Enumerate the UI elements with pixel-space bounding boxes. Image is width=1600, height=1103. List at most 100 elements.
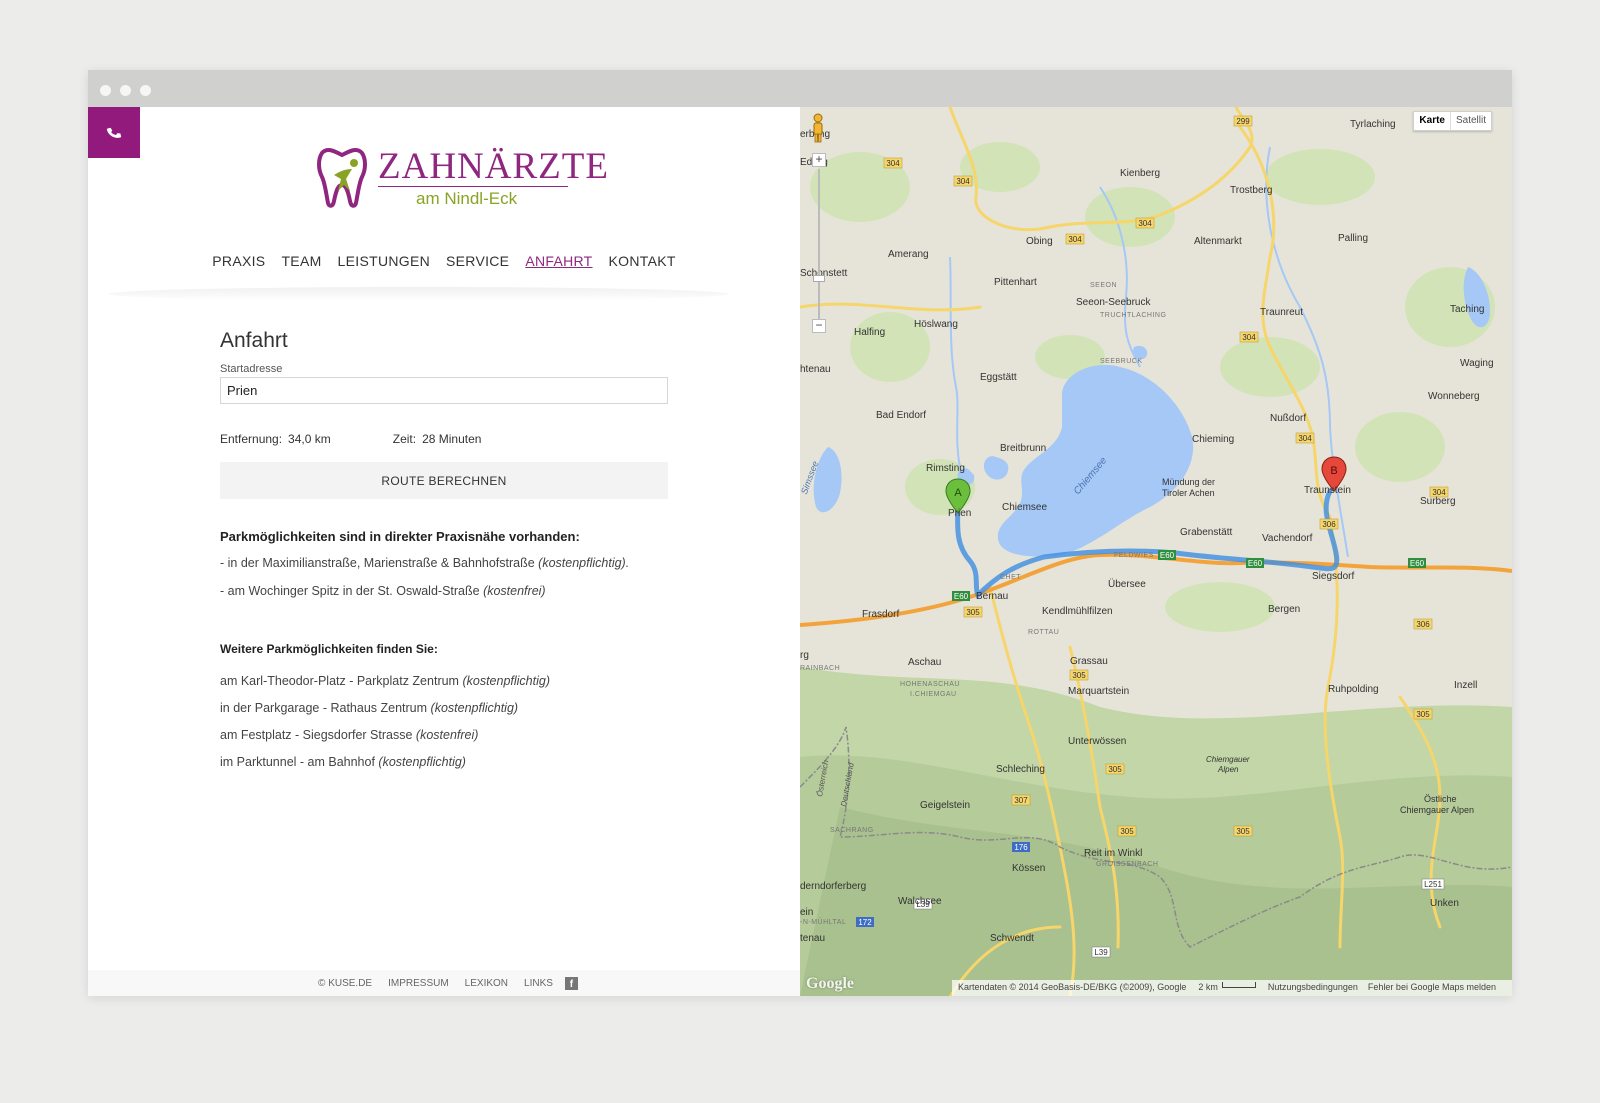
svg-text:304: 304 bbox=[1068, 235, 1082, 244]
nav-divider-shadow bbox=[108, 287, 728, 301]
svg-text:306: 306 bbox=[1416, 620, 1430, 629]
road-shield-306: 306 bbox=[1319, 518, 1339, 530]
place-label: Bernau bbox=[976, 591, 1008, 602]
district-label: CHET bbox=[1000, 574, 1021, 581]
distance-label: Entfernung: bbox=[220, 432, 283, 446]
place-label: Eggstätt bbox=[980, 372, 1017, 383]
map-scale-label: 2 km bbox=[1198, 982, 1218, 992]
nav-service[interactable]: SERVICE bbox=[446, 253, 509, 273]
nav-anfahrt[interactable]: ANFAHRT bbox=[525, 253, 592, 273]
road-shield-e60: E60 bbox=[952, 591, 970, 601]
place-label: Aschau bbox=[908, 657, 941, 668]
time-label: Zeit: bbox=[392, 432, 417, 446]
place-label: Vachendorf bbox=[1262, 533, 1313, 544]
zoom-slider-handle[interactable] bbox=[813, 275, 825, 282]
nav-kontakt[interactable]: KONTAKT bbox=[609, 253, 676, 273]
svg-text:304: 304 bbox=[1242, 333, 1256, 342]
district-label: GROISSENBACH bbox=[1096, 861, 1158, 868]
site-logo[interactable]: ZAHNÄRZTE am Nindl-Eck bbox=[316, 145, 608, 213]
svg-text:305: 305 bbox=[966, 608, 980, 617]
route-map[interactable]: A B 304 304 304 304 304 304 304 299 306 … bbox=[800, 107, 1512, 996]
start-address-input[interactable] bbox=[220, 377, 668, 404]
map-type-satellit[interactable]: Satellit bbox=[1449, 112, 1491, 130]
calculate-route-button[interactable]: ROUTE BERECHNEN bbox=[220, 462, 668, 499]
svg-text:299: 299 bbox=[1236, 117, 1250, 126]
place-label: Breitbrunn bbox=[1000, 443, 1046, 454]
road-shield-e60: E60 bbox=[1408, 558, 1426, 568]
road-shield-299: 299 bbox=[1233, 115, 1253, 127]
svg-text:304: 304 bbox=[886, 159, 900, 168]
place-label: Bad Endorf bbox=[876, 410, 926, 421]
nav-leistungen[interactable]: LEISTUNGEN bbox=[338, 253, 430, 273]
footer-copyright-link[interactable]: © KUSE.DE bbox=[318, 978, 372, 989]
svg-text:B: B bbox=[1330, 465, 1337, 477]
place-label: Amerang bbox=[888, 249, 929, 260]
time-value: 28 Minuten bbox=[422, 432, 482, 446]
nav-praxis[interactable]: PRAXIS bbox=[212, 253, 265, 273]
place-label: Chiemgauer bbox=[1206, 755, 1250, 764]
google-logo[interactable]: Google bbox=[806, 975, 854, 993]
footer-impressum-link[interactable]: IMPRESSUM bbox=[388, 978, 449, 989]
window-dot-close[interactable] bbox=[100, 85, 111, 96]
place-label: Traunreut bbox=[1260, 307, 1303, 318]
district-label: ROTTAU bbox=[1028, 629, 1059, 636]
svg-text:172: 172 bbox=[858, 918, 872, 927]
svg-text:E60: E60 bbox=[1160, 551, 1175, 560]
phone-button[interactable] bbox=[88, 107, 140, 158]
footer-lexikon-link[interactable]: LEXIKON bbox=[465, 978, 508, 989]
svg-text:304: 304 bbox=[1138, 219, 1152, 228]
map-type-karte[interactable]: Karte bbox=[1414, 112, 1450, 130]
place-label: Alpen bbox=[1217, 765, 1239, 774]
place-label: Mündung der bbox=[1162, 477, 1215, 487]
parking-heading: Parkmöglichkeiten sind in direkter Praxi… bbox=[220, 529, 580, 544]
district-label: RAINBACH bbox=[800, 665, 840, 672]
map-type-toggle: Karte Satellit bbox=[1413, 111, 1492, 131]
svg-text:305: 305 bbox=[1416, 710, 1430, 719]
footer-links-link[interactable]: LINKS bbox=[524, 978, 553, 989]
svg-text:305: 305 bbox=[1120, 827, 1134, 836]
place-label: Pittenhart bbox=[994, 277, 1037, 288]
place-label: ein bbox=[800, 907, 813, 918]
road-shield-304: 304 bbox=[1065, 233, 1085, 245]
phone-icon bbox=[106, 127, 122, 138]
zoom-slider-track[interactable] bbox=[818, 169, 820, 333]
svg-text:E60: E60 bbox=[954, 592, 969, 601]
place-label: Schleching bbox=[996, 764, 1045, 775]
svg-text:305: 305 bbox=[1236, 827, 1250, 836]
place-label: tenau bbox=[800, 933, 825, 944]
map-terms-link[interactable]: Nutzungsbedingungen bbox=[1268, 982, 1358, 994]
place-label: Waging bbox=[1460, 358, 1494, 369]
svg-text:304: 304 bbox=[1298, 434, 1312, 443]
place-label: Wonneberg bbox=[1428, 391, 1480, 402]
road-shield-305: 305 bbox=[1117, 825, 1137, 837]
nav-team[interactable]: TEAM bbox=[281, 253, 321, 273]
svg-text:L39: L39 bbox=[1094, 948, 1108, 957]
place-label: Frasdorf bbox=[862, 609, 899, 620]
logo-underline bbox=[378, 186, 568, 187]
map-canvas[interactable]: A B 304 304 304 304 304 304 304 299 306 … bbox=[800, 107, 1512, 996]
parking-more-item: am Karl-Theodor-Platz - Parkplatz Zentru… bbox=[220, 674, 550, 688]
place-label: Schwendt bbox=[990, 933, 1034, 944]
place-label: Traunstein bbox=[1304, 485, 1351, 496]
parking-near-item: - in der Maximilianstraße, Marienstraße … bbox=[220, 556, 630, 570]
zoom-in-button[interactable]: + bbox=[812, 153, 826, 167]
window-dot-maximize[interactable] bbox=[140, 85, 151, 96]
svg-text:305: 305 bbox=[1108, 765, 1122, 774]
zoom-out-button[interactable]: − bbox=[812, 319, 826, 333]
place-label: Höslwang bbox=[914, 319, 958, 330]
browser-window: ZAHNÄRZTE am Nindl-Eck PRAXIS TEAM LEIST… bbox=[88, 70, 1512, 996]
place-label: Trostberg bbox=[1230, 185, 1272, 196]
place-label: Kienberg bbox=[1120, 168, 1160, 179]
road-shield-e60: E60 bbox=[1158, 550, 1176, 560]
place-label: Grassau bbox=[1070, 656, 1108, 667]
start-address-label: Startadresse bbox=[220, 363, 283, 375]
tooth-logo-icon bbox=[317, 147, 367, 208]
window-dot-minimize[interactable] bbox=[120, 85, 131, 96]
svg-text:176: 176 bbox=[1014, 843, 1028, 852]
facebook-icon[interactable]: f bbox=[564, 976, 578, 990]
pegman-icon[interactable] bbox=[810, 113, 826, 143]
road-shield-305: 305 bbox=[1413, 708, 1433, 720]
district-label: SEEBRUCK bbox=[1100, 358, 1143, 365]
place-label: Walchsee bbox=[898, 896, 942, 907]
map-report-link[interactable]: Fehler bei Google Maps melden bbox=[1368, 982, 1496, 994]
